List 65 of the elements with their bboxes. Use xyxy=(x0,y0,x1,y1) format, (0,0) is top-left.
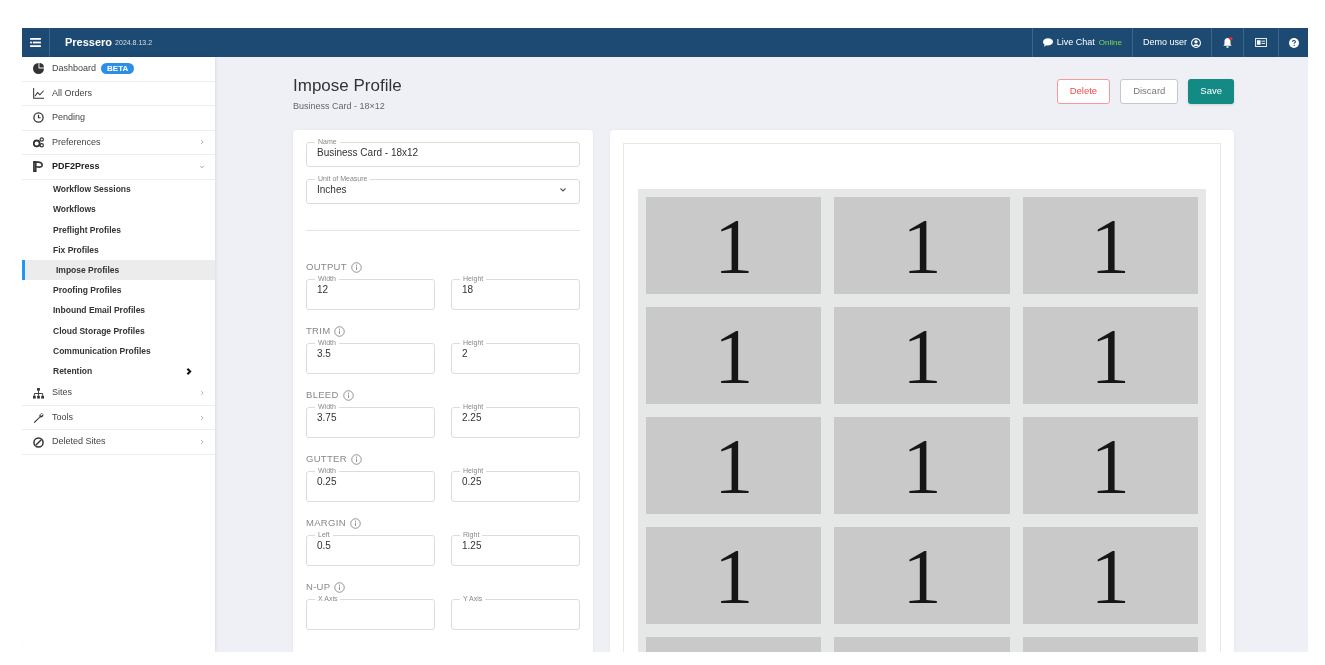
tile-number: 1 xyxy=(1090,426,1130,505)
live-chat-button[interactable]: Live Chat Online xyxy=(1031,28,1132,57)
tile-number: 1 xyxy=(902,316,942,395)
sidebar-subitem[interactable]: Cloud Storage Profiles xyxy=(22,320,215,341)
id-card-icon[interactable] xyxy=(1255,38,1267,47)
gears-icon xyxy=(33,136,44,148)
pie-chart-icon xyxy=(33,63,44,75)
beta-badge: BETA xyxy=(101,63,135,75)
notification-bell-icon[interactable] xyxy=(1222,37,1233,48)
page-title: Impose Profile xyxy=(293,76,402,96)
sidebar-subitem[interactable]: Fix Profiles xyxy=(22,240,215,261)
sidebar-item[interactable]: Preferences xyxy=(22,130,215,155)
help-icon[interactable] xyxy=(1288,37,1299,48)
sidebar-subitem[interactable]: Proofing Profiles xyxy=(22,280,215,301)
tile-number: 1 xyxy=(714,426,754,505)
delete-button[interactable]: Delete xyxy=(1056,79,1111,104)
section-heading: MARGIN xyxy=(306,515,346,530)
wrench-icon xyxy=(33,412,44,424)
sidebar-subitem[interactable]: Retention xyxy=(22,361,215,382)
save-button[interactable]: Save xyxy=(1188,79,1234,104)
sidebar-subitem[interactable]: Workflows xyxy=(22,199,215,220)
info-icon[interactable] xyxy=(349,517,361,529)
page-subtitle: Business Card - 18×12 xyxy=(293,100,386,113)
tile-number: 1 xyxy=(1090,206,1130,285)
sidebar-subitem[interactable]: Communication Profiles xyxy=(22,341,215,362)
info-icon[interactable] xyxy=(350,453,362,465)
line-chart-icon xyxy=(33,87,44,99)
sidebar-item[interactable]: All Orders xyxy=(22,81,215,106)
sidebar-item[interactable]: Sites xyxy=(22,381,215,406)
tile-number: 1 xyxy=(714,206,754,285)
chat-icon xyxy=(1042,38,1053,47)
tile-number: 1 xyxy=(902,206,942,285)
clock-icon xyxy=(33,112,44,124)
sidebar-item[interactable]: Deleted Sites xyxy=(22,430,215,455)
prohibited-icon xyxy=(33,436,44,448)
sitemap-icon xyxy=(33,387,44,399)
discard-button[interactable]: Discard xyxy=(1120,79,1179,104)
user-menu[interactable]: Demo user xyxy=(1132,28,1211,57)
section-heading: BLEED xyxy=(306,387,339,402)
tile-number: 1 xyxy=(1090,536,1130,615)
user-icon xyxy=(1191,37,1201,48)
app-name: Pressero xyxy=(65,35,113,51)
tile-number: 1 xyxy=(902,426,942,505)
info-icon[interactable] xyxy=(350,261,362,273)
section-heading: OUTPUT xyxy=(306,259,347,274)
info-icon[interactable] xyxy=(342,389,354,401)
info-icon[interactable] xyxy=(334,581,346,593)
tile-number: 1 xyxy=(714,536,754,615)
tile-number: 1 xyxy=(902,536,942,615)
section-heading: TRIM xyxy=(306,323,331,338)
sidebar-subitem[interactable]: Inbound Email Profiles xyxy=(22,300,215,321)
sidebar-subitem[interactable]: Preflight Profiles xyxy=(22,219,215,241)
menu-icon[interactable] xyxy=(30,38,41,47)
section-heading: GUTTER xyxy=(306,451,347,466)
sidebar-item[interactable]: Dashboard BETA xyxy=(22,57,215,82)
sidebar-item[interactable]: Tools xyxy=(22,405,215,431)
sidebar-item[interactable]: Pending xyxy=(22,106,215,131)
chevron-down-icon xyxy=(559,186,567,194)
tile-number: 1 xyxy=(1090,316,1130,395)
sidebar-subitem[interactable]: Workflow Sessions xyxy=(22,179,215,200)
sidebar-item[interactable]: PDF2Press xyxy=(22,155,215,180)
tile-number: 1 xyxy=(714,316,754,395)
sidebar-subitem[interactable]: Impose Profiles xyxy=(22,260,215,281)
info-icon[interactable] xyxy=(334,325,346,337)
section-heading: N-UP xyxy=(306,579,331,594)
